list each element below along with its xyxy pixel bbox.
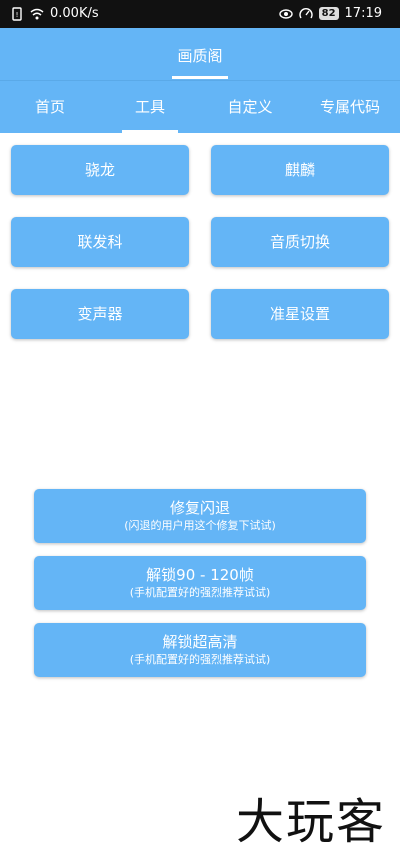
fix-crash-title: 修复闪退 <box>169 499 230 517</box>
snapdragon-button[interactable]: 骁龙 <box>11 145 189 195</box>
unlock-fps-subtitle: (手机配置好的强烈推荐试试) <box>129 586 271 599</box>
fix-crash-subtitle: (闪退的用户用这个修复下试试) <box>124 519 276 532</box>
voice-changer-button[interactable]: 变声器 <box>11 289 189 339</box>
clock: 17:19 <box>344 6 382 21</box>
sim-icon: ! <box>12 6 22 21</box>
app-header: 画质阁 <box>0 28 400 80</box>
eye-icon <box>278 8 293 19</box>
tab-home[interactable]: 首页 <box>0 81 100 133</box>
network-speed: 0.00K/s <box>50 6 99 21</box>
kirin-button[interactable]: 麒麟 <box>211 145 389 195</box>
wifi-icon <box>30 8 44 19</box>
sound-quality-switch-button[interactable]: 音质切换 <box>211 217 389 267</box>
tab-bar: 首页 工具 自定义 专属代码 <box>0 80 400 133</box>
unlock-hd-subtitle: (手机配置好的强烈推荐试试) <box>129 653 271 666</box>
tab-label: 专属代码 <box>319 98 380 116</box>
title-underline <box>172 76 228 79</box>
unlock-hd-button[interactable]: 解锁超高清 (手机配置好的强烈推荐试试) <box>34 623 366 677</box>
fix-crash-button[interactable]: 修复闪退 (闪退的用户用这个修复下试试) <box>34 489 366 543</box>
tab-label: 自定义 <box>227 98 273 116</box>
crosshair-settings-button[interactable]: 准星设置 <box>211 289 389 339</box>
mediatek-button[interactable]: 联发科 <box>11 217 189 267</box>
tab-custom[interactable]: 自定义 <box>200 81 300 133</box>
speed-gauge-icon <box>298 7 313 18</box>
tab-label: 首页 <box>34 98 65 116</box>
active-tab-indicator <box>122 130 178 133</box>
tab-tools[interactable]: 工具 <box>100 81 200 133</box>
watermark-logo: 大玩客 <box>235 794 386 850</box>
page-title: 画质阁 <box>177 47 223 65</box>
unlock-fps-button[interactable]: 解锁90 - 120帧 (手机配置好的强烈推荐试试) <box>34 556 366 610</box>
tab-label: 工具 <box>134 98 165 116</box>
svg-text:!: ! <box>16 11 19 19</box>
unlock-fps-title: 解锁90 - 120帧 <box>146 566 254 584</box>
battery-icon: 82 <box>318 7 339 20</box>
tab-exclusive-code[interactable]: 专属代码 <box>300 81 400 133</box>
unlock-hd-title: 解锁超高清 <box>162 633 238 651</box>
status-bar: ! 0.00K/s 82 17:19 <box>0 0 400 28</box>
